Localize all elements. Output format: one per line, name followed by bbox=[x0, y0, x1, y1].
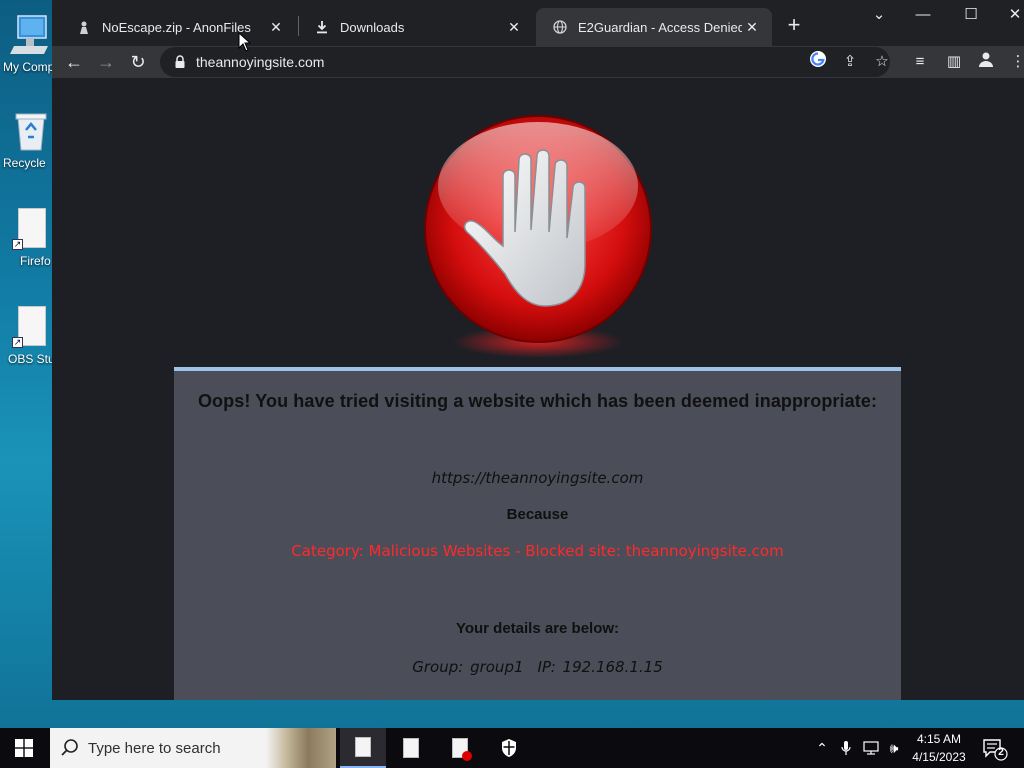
back-button[interactable]: ← bbox=[60, 48, 88, 76]
computer-icon bbox=[8, 14, 48, 56]
recycle-bin-icon bbox=[8, 110, 48, 152]
start-button[interactable] bbox=[0, 728, 48, 768]
browser-toolbar: ← → ↻ theannoyingsite.com ⇪ ☆ ≡ ▥ ⋮ bbox=[52, 46, 1024, 78]
side-panel-icon[interactable]: ▥ bbox=[942, 50, 966, 74]
address-url: theannoyingsite.com bbox=[196, 54, 325, 70]
volume-icon[interactable]: 🕪 bbox=[884, 728, 904, 768]
desktop-icon-my-computer[interactable]: My Comp bbox=[0, 8, 56, 84]
taskbar-app-security[interactable] bbox=[486, 728, 532, 768]
download-icon bbox=[314, 19, 330, 35]
google-icon[interactable] bbox=[806, 50, 830, 74]
profile-icon[interactable] bbox=[974, 50, 998, 74]
clock-time: 4:15 AM bbox=[916, 732, 962, 746]
new-tab-button[interactable]: + bbox=[782, 14, 806, 38]
notification-count: 2 bbox=[998, 747, 1004, 758]
document-icon bbox=[403, 738, 419, 758]
network-icon[interactable] bbox=[860, 728, 882, 768]
tab-strip: NoEscape.zip - AnonFiles ✕ Downloads ✕ E… bbox=[52, 0, 1024, 46]
blocked-url: https://theannoyingsite.com bbox=[431, 469, 644, 487]
tab-e2guardian[interactable]: E2Guardian - Access Denied ✕ bbox=[536, 8, 772, 46]
search-icon bbox=[60, 738, 80, 758]
windows-logo-icon bbox=[15, 739, 33, 757]
reading-list-icon[interactable]: ≡ bbox=[908, 50, 932, 74]
tab-search-chevron-icon[interactable]: ⌄ bbox=[856, 4, 902, 26]
minimize-button[interactable]: — bbox=[900, 4, 946, 26]
user-details: Group: group1 IP: 192.168.1.15 bbox=[174, 658, 901, 676]
taskbar: Type here to search ⌃ 🕪 4:15 AM 4/15/202… bbox=[0, 728, 1024, 768]
page-content: Oops! You have tried visiting a website … bbox=[52, 78, 1024, 700]
search-highlight-image bbox=[266, 728, 336, 768]
desktop-icon-label: Recycle bbox=[3, 156, 46, 170]
maximize-button[interactable]: ☐ bbox=[948, 4, 994, 26]
group-value: Group: group1 bbox=[412, 658, 524, 676]
address-bar[interactable]: theannoyingsite.com bbox=[160, 47, 890, 77]
desktop-icon-obs-studio[interactable]: ↗ OBS Stu bbox=[0, 300, 56, 376]
anonfiles-favicon bbox=[76, 19, 92, 35]
close-tab-icon[interactable]: ✕ bbox=[504, 17, 524, 37]
tab-downloads[interactable]: Downloads ✕ bbox=[298, 8, 534, 46]
desktop-icon-label: OBS Stu bbox=[8, 352, 55, 366]
globe-icon bbox=[552, 19, 568, 35]
taskbar-search-box[interactable]: Type here to search bbox=[50, 728, 336, 768]
search-placeholder: Type here to search bbox=[88, 739, 221, 757]
microphone-icon[interactable] bbox=[836, 728, 856, 768]
tray-overflow-chevron-icon[interactable]: ⌃ bbox=[812, 728, 832, 768]
bookmark-star-icon[interactable]: ☆ bbox=[870, 50, 894, 74]
details-title: Your details are below: bbox=[455, 620, 620, 637]
document-icon bbox=[355, 737, 371, 757]
record-dot-icon bbox=[462, 751, 472, 761]
shortcut-doc-icon: ↗ bbox=[8, 208, 48, 250]
tab-title: E2Guardian - Access Denied bbox=[578, 19, 742, 35]
forward-button[interactable]: → bbox=[92, 48, 120, 76]
lock-icon[interactable] bbox=[174, 55, 186, 69]
access-denied-panel: Oops! You have tried visiting a website … bbox=[174, 367, 901, 700]
because-label: Because bbox=[506, 506, 569, 523]
desktop-icon-firefox[interactable]: ↗ Firefo bbox=[0, 202, 56, 278]
page-headline: Oops! You have tried visiting a website … bbox=[197, 391, 878, 411]
document-icon bbox=[452, 738, 472, 761]
close-tab-icon[interactable]: ✕ bbox=[266, 17, 286, 37]
kebab-menu-icon[interactable]: ⋮ bbox=[1006, 50, 1024, 74]
taskbar-app-file[interactable] bbox=[340, 728, 386, 768]
reload-button[interactable]: ↻ bbox=[124, 48, 152, 76]
ip-value: IP: 192.168.1.15 bbox=[537, 658, 663, 676]
desktop-icon-label: Firefo bbox=[20, 254, 51, 268]
close-window-button[interactable]: ✕ bbox=[992, 4, 1024, 26]
shortcut-doc-icon: ↗ bbox=[8, 306, 48, 348]
desktop-icon-label: My Comp bbox=[3, 60, 55, 74]
mouse-cursor-icon bbox=[238, 32, 252, 52]
desktop-icon-recycle-bin[interactable]: Recycle bbox=[0, 104, 56, 180]
shield-icon bbox=[502, 739, 516, 757]
stop-hand-icon bbox=[424, 115, 652, 358]
tab-anonfiles[interactable]: NoEscape.zip - AnonFiles ✕ bbox=[60, 8, 296, 46]
notifications-icon[interactable]: 2 bbox=[980, 734, 1008, 762]
tab-title: Downloads bbox=[340, 19, 405, 35]
taskbar-app-recorder[interactable] bbox=[437, 728, 483, 768]
block-category: Category: Malicious Websites - Blocked s… bbox=[291, 542, 784, 560]
clock-date: 4/15/2023 bbox=[912, 750, 966, 764]
browser-window: NoEscape.zip - AnonFiles ✕ Downloads ✕ E… bbox=[52, 0, 1024, 700]
taskbar-app-file-2[interactable] bbox=[388, 728, 434, 768]
close-tab-icon[interactable]: ✕ bbox=[742, 17, 762, 37]
system-clock[interactable]: 4:15 AM 4/15/2023 bbox=[906, 730, 972, 766]
share-icon[interactable]: ⇪ bbox=[838, 50, 862, 74]
